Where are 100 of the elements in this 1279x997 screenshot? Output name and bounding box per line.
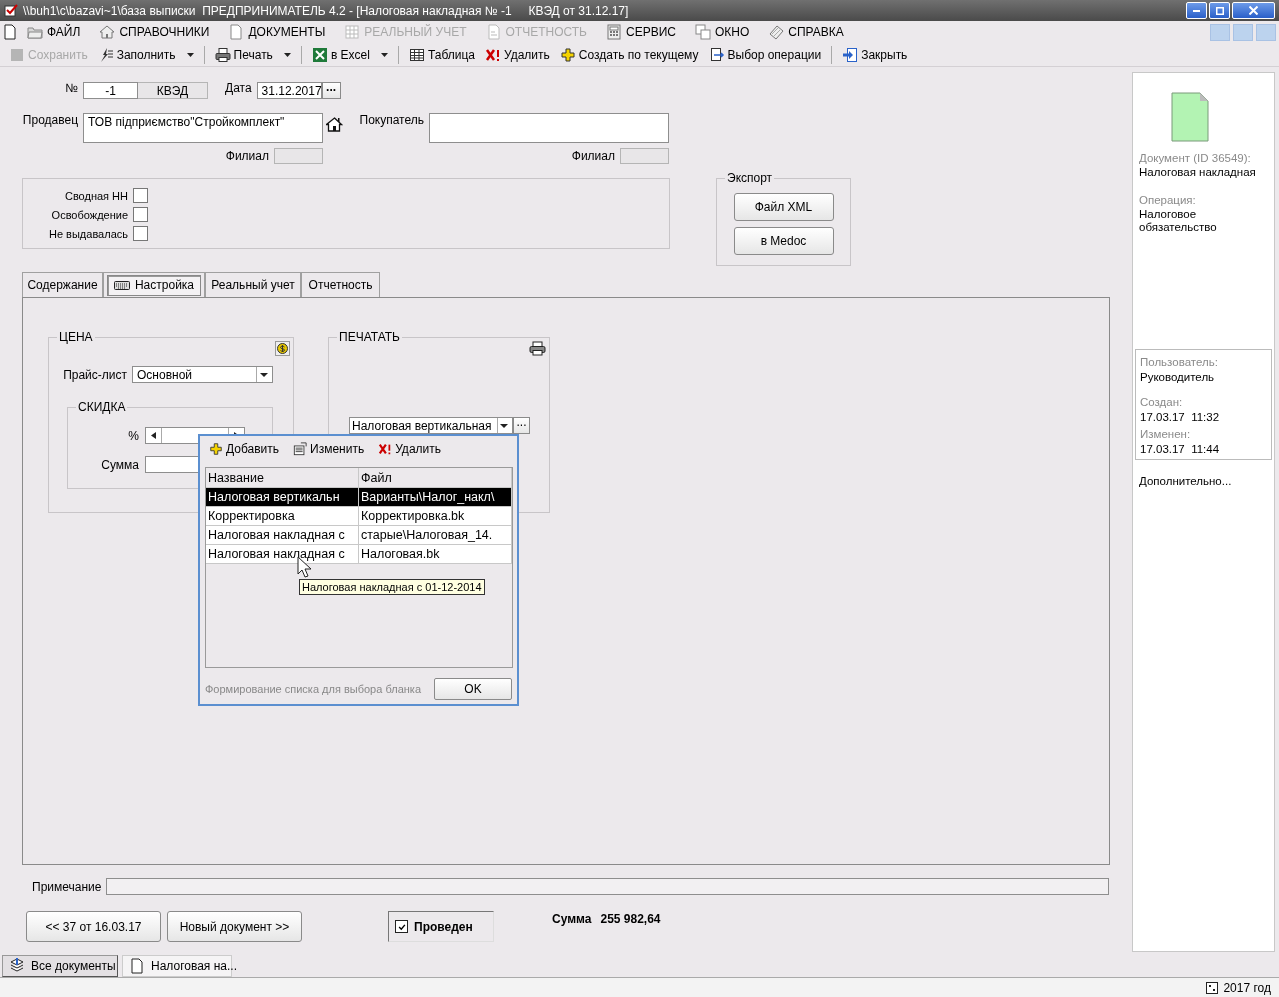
toolbar-button[interactable]: Изменить [293, 442, 365, 456]
total-label: Сумма [552, 912, 592, 926]
coin-icon [275, 341, 290, 356]
menu-item[interactable]: ФАЙЛ [47, 25, 81, 39]
document-arrow-icon [708, 46, 725, 63]
toolbar-button[interactable]: Выбор операции [703, 44, 827, 65]
calculator-icon [606, 24, 622, 40]
window-title: \\buh1\c\bazavi~1\база выписки ПРЕДПРИНИМАТЕЛЬ 4.2 - [Налоговая накладная № -1 КВЭД от 31.12.17] [23, 3, 629, 18]
plus-icon [209, 442, 223, 456]
number-field[interactable]: -1 [83, 82, 138, 99]
checkbox-icon [4, 3, 18, 18]
info-value: Налоговая накладная [1138, 166, 1257, 178]
table-row[interactable]: Налоговая накладная с Налоговая.bk [206, 545, 512, 564]
table-row[interactable]: Корректировка Корректировка.bk [206, 507, 512, 526]
tab[interactable]: Содержание [22, 272, 103, 297]
spreadsheet-icon [311, 46, 328, 63]
field-label: Продавец [21, 113, 79, 127]
menu-item[interactable]: ОКНО [714, 25, 750, 39]
house-icon [326, 116, 343, 133]
printer-icon [529, 341, 546, 356]
export-button[interactable]: Файл XML [733, 193, 834, 221]
checkbox[interactable] [133, 207, 148, 222]
menu-item[interactable]: ДОКУМЕНТЫ [248, 25, 326, 39]
toolbar-button[interactable]: Таблица [403, 44, 480, 65]
exit-icon [842, 46, 859, 63]
print-form-dropdown[interactable]: Налоговая вертикальная [349, 417, 513, 434]
group-title: ПЕЧАТАТЬ [337, 330, 402, 344]
close-icon [1249, 6, 1258, 15]
delete-icon [378, 442, 393, 456]
table-icon [408, 46, 425, 63]
checkbox[interactable] [133, 188, 148, 203]
column-header: Файл [359, 468, 512, 487]
toolbar-button[interactable]: Печать [209, 44, 296, 65]
printer-icon [214, 46, 231, 63]
page-icon [129, 958, 145, 974]
tab[interactable]: Реальный учет [205, 272, 301, 297]
seller-field[interactable]: ТОВ підприємство"Стройкомплект" [83, 113, 323, 143]
tooltip: Налоговая накладная с 01-12-2014 [299, 579, 485, 595]
table-cell: Налоговая накладная с [206, 526, 359, 544]
export-button[interactable]: в Medoc [733, 227, 834, 255]
windows-icon [694, 24, 711, 40]
edit-icon [293, 442, 308, 456]
table-cell: Корректировка [206, 507, 359, 525]
more-link[interactable]: Дополнительно... [1135, 475, 1272, 487]
date-picker-button[interactable]: ... [321, 82, 341, 99]
menu-item: РЕАЛЬНЫЙ УЧЕТ [364, 25, 467, 39]
menu-item[interactable]: СЕРВИС [626, 25, 676, 39]
group-title: Экспорт [725, 171, 775, 185]
toolbar-button[interactable]: Добавить [209, 442, 280, 456]
field-label: Дата [225, 82, 253, 94]
price-list-dropdown[interactable]: Основной [132, 366, 273, 383]
ok-button[interactable]: OK [434, 678, 512, 700]
date-field[interactable]: 31.12.2017 [256, 82, 322, 99]
stack-icon [9, 958, 25, 974]
toolbar-button[interactable]: Закрыть [837, 44, 913, 65]
toolbar-button[interactable]: Заполнить [92, 44, 199, 65]
field-label: Примечание [32, 879, 103, 894]
group-title: СКИДКА [76, 400, 128, 414]
close-button[interactable] [1232, 2, 1275, 19]
kved-field[interactable]: КВЭД [138, 82, 208, 99]
grid-icon [344, 24, 361, 40]
toolbar-button[interactable]: Создать по текущему [554, 44, 704, 65]
keyboard-icon [113, 279, 130, 291]
window-tab[interactable]: Все документы [2, 955, 118, 977]
table-cell: Налоговая вертикальн [206, 488, 359, 506]
checkbox-label: Не выдавалась [48, 227, 129, 240]
toolbar-button[interactable]: Удалить [480, 44, 555, 65]
minimize-button[interactable] [1186, 2, 1207, 19]
more-button[interactable]: ... [513, 417, 530, 434]
group-title: ЦЕНА [57, 330, 95, 344]
toolbar-button[interactable]: в Excel [306, 44, 393, 65]
field-label: % [127, 428, 140, 443]
info-value: 17.03.17 11:44 [1139, 443, 1221, 455]
branch-field[interactable] [620, 148, 669, 164]
square-icon [9, 46, 25, 63]
note-field[interactable] [106, 878, 1109, 895]
field-label: Покупатель [358, 113, 425, 127]
info-value: 17.03.17 11:32 [1139, 411, 1221, 423]
menu-item[interactable]: СПРАВОЧНИКИ [119, 25, 210, 39]
table-cell: Варианты\Налог_накл\ [359, 488, 512, 506]
tab[interactable]: Отчетность [301, 272, 380, 297]
nav-button[interactable]: << 37 от 16.03.17 [26, 911, 161, 942]
table-row[interactable]: Налоговая вертикальн Варианты\Налог_накл\ [206, 488, 512, 507]
field-label: Филиал [224, 149, 270, 163]
branch-field[interactable] [274, 148, 323, 164]
house-icon [99, 24, 116, 40]
posted-checkbox[interactable]: Проведен [388, 911, 494, 942]
info-label: Операция: [1138, 194, 1197, 206]
nav-button[interactable]: Новый документ >> [167, 911, 302, 942]
table-row[interactable]: Налоговая накладная с старые\Налоговая_14. [206, 526, 512, 545]
tab[interactable]: Настройка [103, 272, 205, 297]
menu-item[interactable]: СПРАВКА [788, 25, 844, 39]
caret-icon [283, 52, 291, 57]
maximize-button[interactable] [1209, 2, 1230, 19]
toolbar-button[interactable]: Удалить [378, 442, 441, 456]
folder-icon [27, 24, 43, 40]
page-icon [485, 24, 502, 40]
status-text: 2017 год [1223, 980, 1271, 995]
checkbox[interactable] [133, 226, 148, 241]
buyer-field[interactable] [429, 113, 669, 143]
